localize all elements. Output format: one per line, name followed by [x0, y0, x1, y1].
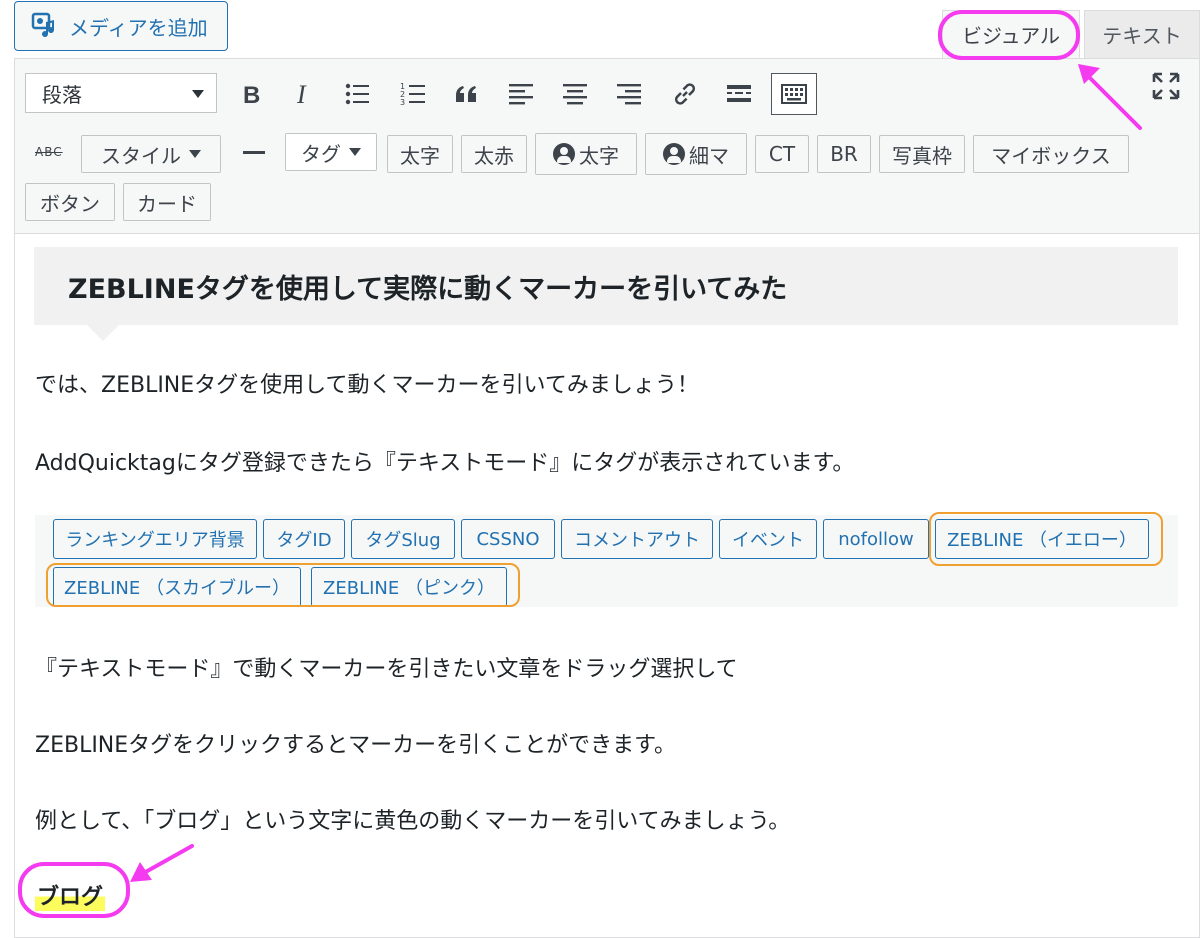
- quicktag-event-button[interactable]: イベント: [719, 519, 817, 559]
- chevron-down-icon: [189, 150, 201, 158]
- horizontal-rule-icon[interactable]: [243, 151, 265, 154]
- user-thin-label: 細マ: [689, 143, 729, 168]
- paragraph-1: では、ZEBLINEタグを使用して動くマーカーを引いてみましょう！: [35, 373, 699, 398]
- align-center-button[interactable]: [555, 73, 595, 115]
- format-select[interactable]: 段落: [25, 73, 217, 113]
- add-media-button[interactable]: メディアを追加: [14, 1, 228, 51]
- quicktag-nofollow-button[interactable]: nofollow: [823, 519, 929, 559]
- align-right-icon: [617, 84, 641, 105]
- photo-frame-button[interactable]: 写真枠: [879, 135, 965, 173]
- align-left-button[interactable]: [501, 73, 541, 115]
- quicktag-ranking-bg-button[interactable]: ランキングエリア背景: [53, 519, 257, 559]
- tag-dropdown-label: タグ: [301, 141, 341, 166]
- user-icon: [663, 143, 685, 165]
- quicktag-zebline-skyblue-button[interactable]: ZEBLINE （スカイブルー）: [53, 567, 301, 607]
- keyboard-icon: [781, 84, 807, 104]
- bold-button[interactable]: B: [231, 73, 271, 115]
- bold-red-button[interactable]: 太赤: [461, 135, 527, 173]
- user-bold-button[interactable]: 太字: [535, 133, 637, 175]
- editor-toolbar: 段落 B I 1 2 3 ABC スタイル タグ 太字 太赤 太字 細マ CT …: [15, 59, 1199, 234]
- svg-text:B: B: [243, 82, 260, 108]
- strikethrough-icon[interactable]: ABC: [35, 145, 63, 159]
- bullet-list-icon: [345, 83, 369, 105]
- bold-icon: B: [243, 82, 260, 108]
- read-more-icon: [727, 85, 751, 102]
- add-media-label: メディアを追加: [69, 15, 208, 40]
- bullet-list-button[interactable]: [337, 73, 377, 115]
- insert-link-button[interactable]: [665, 73, 705, 115]
- media-icon: [31, 12, 55, 38]
- toolbar-toggle-button[interactable]: [771, 73, 817, 115]
- quicktag-cssno-button[interactable]: CSSNO: [461, 519, 555, 559]
- mybox-button[interactable]: マイボックス: [973, 135, 1129, 173]
- align-center-icon: [563, 84, 587, 105]
- quicktag-tag-id-button[interactable]: タグID: [263, 519, 345, 559]
- chevron-down-icon: [192, 90, 204, 98]
- tab-visual[interactable]: ビジュアル: [942, 10, 1080, 58]
- quicktag-zebline-yellow-button[interactable]: ZEBLINE （イエロー）: [935, 519, 1149, 559]
- format-select-value: 段落: [42, 82, 82, 107]
- br-button[interactable]: BR: [817, 135, 871, 173]
- content-heading: ZEBLINEタグを使用して実際に動くマーカーを引いてみた: [34, 247, 1178, 325]
- quicktag-comment-out-button[interactable]: コメントアウト: [561, 519, 713, 559]
- style-dropdown[interactable]: スタイル: [81, 135, 221, 173]
- align-left-icon: [509, 84, 533, 105]
- paragraph-4: ZEBLINEタグをクリックするとマーカーを引くことができます。: [35, 733, 676, 758]
- quicktag-zebline-pink-button[interactable]: ZEBLINE （ピンク）: [311, 567, 507, 607]
- user-icon: [553, 143, 575, 165]
- align-right-button[interactable]: [609, 73, 649, 115]
- chevron-down-icon: [349, 148, 361, 156]
- italic-button[interactable]: I: [283, 73, 323, 115]
- fullscreen-icon[interactable]: [1151, 71, 1181, 101]
- italic-icon: I: [296, 80, 307, 108]
- blockquote-button[interactable]: [447, 73, 487, 115]
- quicktag-panel: ランキングエリア背景 タグID タグSlug CSSNO コメントアウト イベン…: [35, 515, 1178, 607]
- user-bold-label: 太字: [579, 143, 619, 168]
- user-thin-button[interactable]: 細マ: [645, 133, 747, 175]
- numbered-list-button[interactable]: 1 2 3: [393, 73, 433, 115]
- paragraph-3: 『テキストモード』で動くマーカーを引きたい文章をドラッグ選択して: [35, 657, 738, 682]
- paragraph-5: 例として、「ブログ」という文字に黄色の動くマーカーを引いてみましょう。: [35, 809, 791, 834]
- tag-dropdown[interactable]: タグ: [285, 133, 377, 171]
- quote-icon: [456, 86, 476, 102]
- read-more-button[interactable]: [719, 73, 759, 115]
- style-dropdown-label: スタイル: [101, 143, 181, 168]
- button-insert-button[interactable]: ボタン: [25, 183, 115, 221]
- link-icon: [675, 83, 695, 105]
- card-insert-button[interactable]: カード: [123, 183, 211, 221]
- editor-frame: 段落 B I 1 2 3 ABC スタイル タグ 太字 太赤 太字 細マ CT …: [14, 58, 1200, 938]
- bold-jp-button[interactable]: 太字: [387, 135, 453, 173]
- quicktag-tag-slug-button[interactable]: タグSlug: [351, 519, 455, 559]
- marked-word: ブログ: [35, 879, 106, 911]
- ct-button[interactable]: CT: [755, 135, 809, 173]
- paragraph-2: AddQuicktagにタグ登録できたら『テキストモード』にタグが表示されていま…: [35, 451, 855, 476]
- numbered-list-icon: 1 2 3: [400, 82, 425, 107]
- tab-text[interactable]: テキスト: [1084, 10, 1200, 58]
- heading-pointer: [87, 325, 119, 341]
- svg-text:3: 3: [400, 98, 405, 107]
- svg-text:I: I: [296, 80, 307, 108]
- editor-top-bar: メディアを追加 ビジュアル テキスト: [0, 0, 1200, 58]
